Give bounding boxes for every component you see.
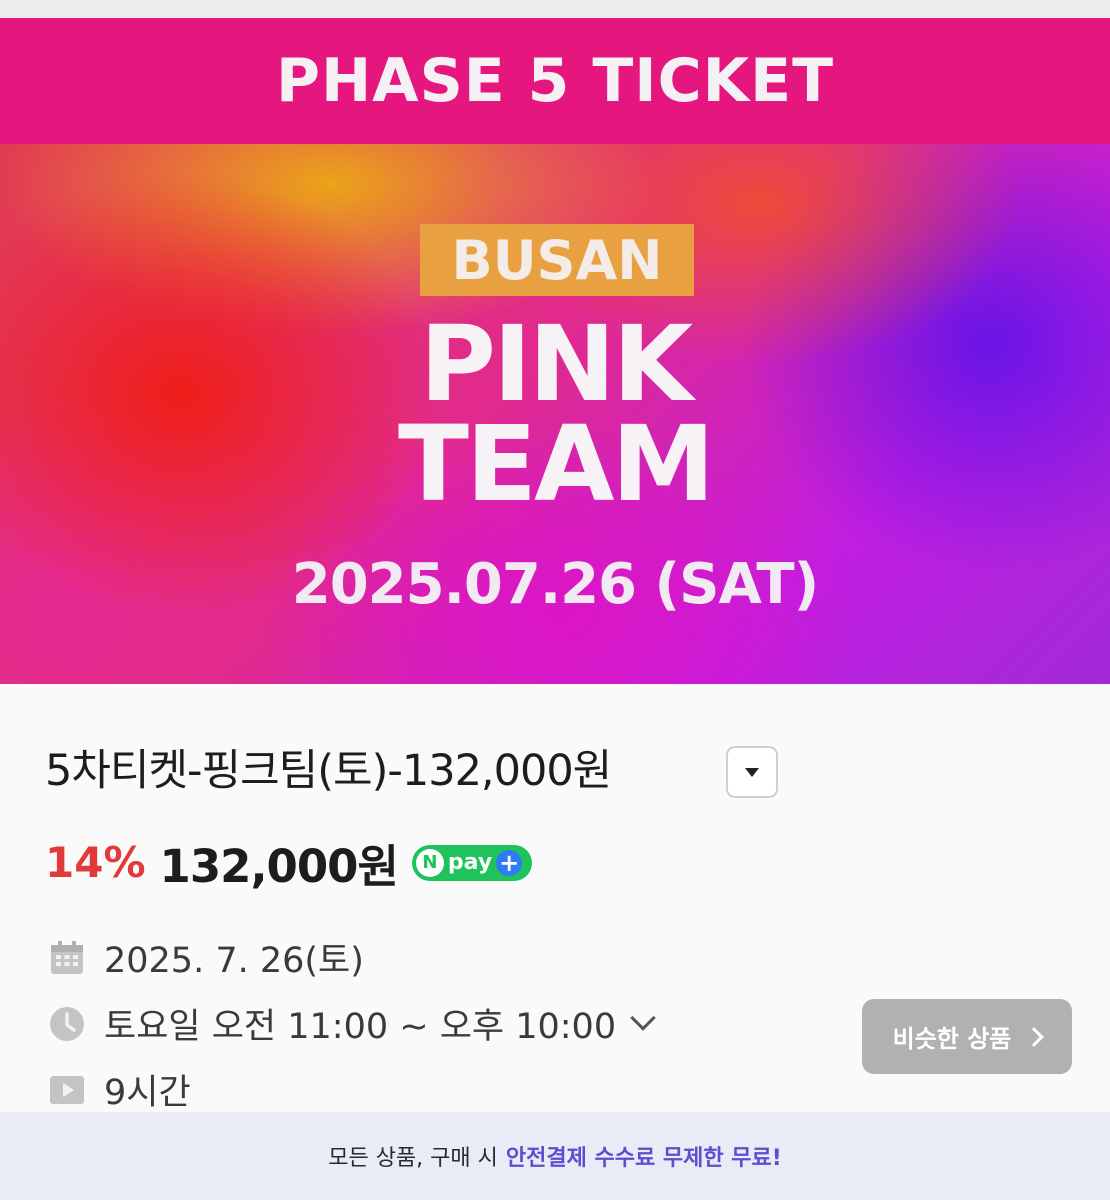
product-info-section: 5차티켓-핑크팀(토)-132,000원 14% 132,000원 N pay … — [0, 684, 1110, 1115]
caret-down-icon — [745, 767, 759, 777]
discount-rate: 14% — [45, 838, 146, 887]
event-duration-text: 9시간 — [104, 1073, 191, 1113]
banner-header-text: PHASE 5 TICKET — [275, 46, 835, 116]
footer-text: 모든 상품, 구매 시 — [328, 1146, 498, 1171]
similar-products-label: 비슷한 상품 — [892, 1025, 1012, 1053]
banner-header: PHASE 5 TICKET — [0, 18, 1110, 144]
banner-date: 2025.07.26 (SAT) — [291, 552, 819, 617]
product-price: 132,000원 — [159, 840, 399, 893]
event-date-row: 2025. 7. 26(토) — [48, 932, 364, 983]
price-row: 14% 132,000원 N pay + — [45, 830, 532, 895]
event-time-text: 토요일 오전 11:00 ~ 오후 10:00 — [104, 1007, 617, 1047]
banner-city-text: BUSAN — [451, 228, 663, 292]
npay-label: pay — [447, 850, 493, 875]
chevron-down-icon[interactable] — [630, 1004, 656, 1031]
npay-plus-badge: N pay + — [411, 844, 532, 881]
calendar-icon — [51, 940, 83, 974]
footer-notice: 모든 상품, 구매 시 안전결제 수수료 무제한 무료! — [0, 1112, 1110, 1200]
similar-products-button[interactable]: 비슷한 상품 — [862, 999, 1072, 1074]
chevron-right-icon — [1024, 1026, 1045, 1047]
product-title: 5차티켓-핑크팀(토)-132,000원 — [45, 746, 612, 796]
npay-n-icon: N — [415, 848, 444, 877]
banner-city-badge: BUSAN — [420, 224, 694, 296]
footer-highlight: 안전결제 수수료 무제한 무료! — [505, 1146, 782, 1171]
option-dropdown-button[interactable] — [726, 746, 778, 798]
event-time-row[interactable]: 토요일 오전 11:00 ~ 오후 10:00 — [48, 998, 656, 1049]
banner-team-line1: PINK — [419, 303, 694, 425]
ticket-banner-image: PHASE 5 TICKET BUSAN PINK TEAM 2025.07.2… — [0, 18, 1110, 684]
event-date-text: 2025. 7. 26(토) — [104, 941, 364, 981]
banner-gradient-art: BUSAN PINK TEAM 2025.07.26 (SAT) — [0, 144, 1110, 684]
event-duration-row: 9시간 — [48, 1064, 191, 1115]
play-icon — [50, 1075, 84, 1104]
banner-team-name: PINK TEAM — [0, 303, 1110, 525]
clock-icon — [50, 1006, 84, 1041]
plus-icon: + — [496, 849, 523, 876]
banner-team-line2: TEAM — [398, 403, 715, 525]
top-strip — [0, 0, 1110, 18]
